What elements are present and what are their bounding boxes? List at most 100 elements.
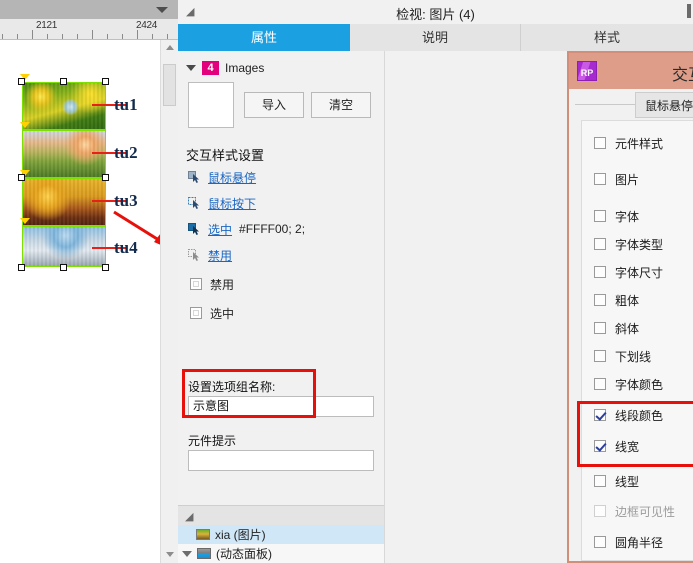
resize-handle[interactable] <box>18 174 25 181</box>
mouse-hover-icon <box>188 170 201 184</box>
select-checkbox[interactable] <box>190 307 202 319</box>
underline-checkbox[interactable] <box>594 350 606 362</box>
style-link-mousedown[interactable]: 鼠标按下 <box>208 195 256 212</box>
dialog-tab-hover[interactable]: 鼠标悬停 <box>635 92 693 118</box>
style-row-disabled[interactable]: 禁用 <box>188 246 239 264</box>
row-font[interactable]: 字体 <box>594 207 639 225</box>
disable-checkbox-label: 禁用 <box>210 277 235 292</box>
expand-arrow-icon[interactable] <box>182 550 192 557</box>
row-image[interactable]: 图片 <box>594 170 639 188</box>
callout-label-tu2: tu2 <box>114 143 138 162</box>
checkbox-row-disable[interactable]: 禁用 <box>190 276 234 292</box>
group-name-highlight <box>182 369 316 418</box>
font-color-label: 字体颜色 <box>615 377 664 392</box>
scroll-up-icon[interactable] <box>161 40 178 56</box>
dialog-settings-pane: 元件样式 Default 图片 导入 清空 <box>581 120 693 561</box>
font-color-checkbox[interactable] <box>594 378 606 390</box>
scroll-down-icon[interactable] <box>161 547 178 563</box>
ruler-label-2: 2424 <box>136 20 158 31</box>
disable-checkbox[interactable] <box>190 278 202 290</box>
row-font-size[interactable]: 字体尺寸 <box>594 263 663 281</box>
collapse-icon[interactable]: ◢ <box>185 510 193 523</box>
import-button[interactable]: 导入 <box>244 92 304 118</box>
callout-label-tu1: tu1 <box>114 95 138 114</box>
style-row-selected[interactable]: 选中 #FFFF00; 2; <box>188 220 305 238</box>
state-marker-icon <box>20 122 30 128</box>
bold-label: 粗体 <box>615 293 640 308</box>
clear-button[interactable]: 清空 <box>311 92 371 118</box>
scrollbar-thumb[interactable] <box>163 64 176 106</box>
image-group[interactable] <box>18 74 109 271</box>
annotation-arrow-icon <box>113 210 160 245</box>
autumn-photo[interactable] <box>22 178 106 226</box>
row-corner-radius[interactable]: 圆角半径 <box>594 533 663 551</box>
inspector-tabs: 属性 说明 样式 <box>178 24 693 51</box>
font-checkbox[interactable] <box>594 210 606 222</box>
resize-handle[interactable] <box>18 264 25 271</box>
summer-photo[interactable] <box>22 130 106 178</box>
tab-notes[interactable]: 说明 <box>350 24 521 51</box>
tree-node-xia[interactable]: xia (图片) <box>178 525 384 544</box>
style-link-hover[interactable]: 鼠标悬停 <box>208 169 256 186</box>
image-preview-box[interactable] <box>188 82 234 128</box>
resize-handle[interactable] <box>102 78 109 85</box>
italic-checkbox[interactable] <box>594 322 606 334</box>
dialog-title: 交互样式设置 <box>671 67 693 84</box>
canvas-vertical-scrollbar[interactable] <box>160 40 178 563</box>
row-italic[interactable]: 斜体 <box>594 319 639 337</box>
image-checkbox[interactable] <box>594 173 606 185</box>
inspector-title: 检视: 图片 (4) <box>396 7 475 22</box>
border-visibility-label: 边框可见性 <box>615 504 676 519</box>
tooltip-label: 元件提示 <box>188 434 237 448</box>
resize-handle[interactable] <box>102 264 109 271</box>
style-link-selected[interactable]: 选中 <box>208 221 232 238</box>
interaction-style-title: 交互样式设置 <box>186 148 265 163</box>
chevron-down-icon[interactable] <box>186 65 196 71</box>
tooltip-input[interactable] <box>188 450 374 471</box>
row-border-visibility[interactable]: 边框可见性 <box>594 502 675 520</box>
font-label: 字体 <box>615 209 640 224</box>
spring-photo[interactable] <box>22 82 106 130</box>
resize-handle[interactable] <box>60 78 67 85</box>
checkbox-row-select[interactable]: 选中 <box>190 305 234 321</box>
properties-pane: 4 Images 导入 清空 交互样式设置 鼠标悬停 鼠标按下 选中 #FFFF… <box>178 51 385 563</box>
outline-toolbar: ◢ <box>178 505 384 526</box>
corner-radius-label: 圆角半径 <box>615 535 664 550</box>
border-visibility-checkbox[interactable] <box>594 505 606 517</box>
underline-label: 下划线 <box>615 349 652 364</box>
style-row-hover[interactable]: 鼠标悬停 <box>188 168 263 186</box>
font-size-checkbox[interactable] <box>594 266 606 278</box>
row-widget-style[interactable]: 元件样式 <box>594 134 663 152</box>
row-font-type[interactable]: 字体类型 <box>594 235 663 253</box>
inspector-titlebar: ◢ 检视: 图片 (4) <box>178 0 693 25</box>
font-type-checkbox[interactable] <box>594 238 606 250</box>
row-font-color[interactable]: 字体颜色 <box>594 375 663 393</box>
widget-style-checkbox[interactable] <box>594 137 606 149</box>
row-bold[interactable]: 粗体 <box>594 291 639 309</box>
image-label: 图片 <box>615 172 640 187</box>
tree-node-dynamic-panel[interactable]: (动态面板) <box>182 544 272 563</box>
design-canvas[interactable]: tu1 tu2 tu3 tu4 <box>0 40 160 563</box>
font-type-label: 字体类型 <box>615 237 664 252</box>
tab-style[interactable]: 样式 <box>521 24 693 51</box>
resize-handle[interactable] <box>18 78 25 85</box>
select-checkbox-label: 选中 <box>210 306 235 321</box>
selected-state-icon <box>188 222 201 236</box>
resize-handle[interactable] <box>60 264 67 271</box>
row-line-type[interactable]: 线型 <box>594 472 639 490</box>
resize-handle[interactable] <box>102 174 109 181</box>
images-section-label: Images <box>225 61 265 75</box>
row-underline[interactable]: 下划线 <box>594 347 651 365</box>
line-type-checkbox[interactable] <box>594 475 606 487</box>
style-link-disabled[interactable]: 禁用 <box>208 247 232 264</box>
bold-checkbox[interactable] <box>594 294 606 306</box>
italic-label: 斜体 <box>615 321 640 336</box>
dynamic-panel-icon <box>197 548 211 559</box>
tab-properties[interactable]: 属性 <box>178 24 350 51</box>
images-section-header[interactable]: 4 Images <box>186 59 264 77</box>
chevron-down-icon[interactable] <box>156 7 168 13</box>
inspector-panel: ◢ 检视: 图片 (4) 属性 说明 样式 4 Images 导入 清空 交互样… <box>178 0 693 563</box>
style-row-mousedown[interactable]: 鼠标按下 <box>188 194 263 212</box>
corner-radius-checkbox[interactable] <box>594 536 606 548</box>
widget-style-label: 元件样式 <box>615 136 664 151</box>
